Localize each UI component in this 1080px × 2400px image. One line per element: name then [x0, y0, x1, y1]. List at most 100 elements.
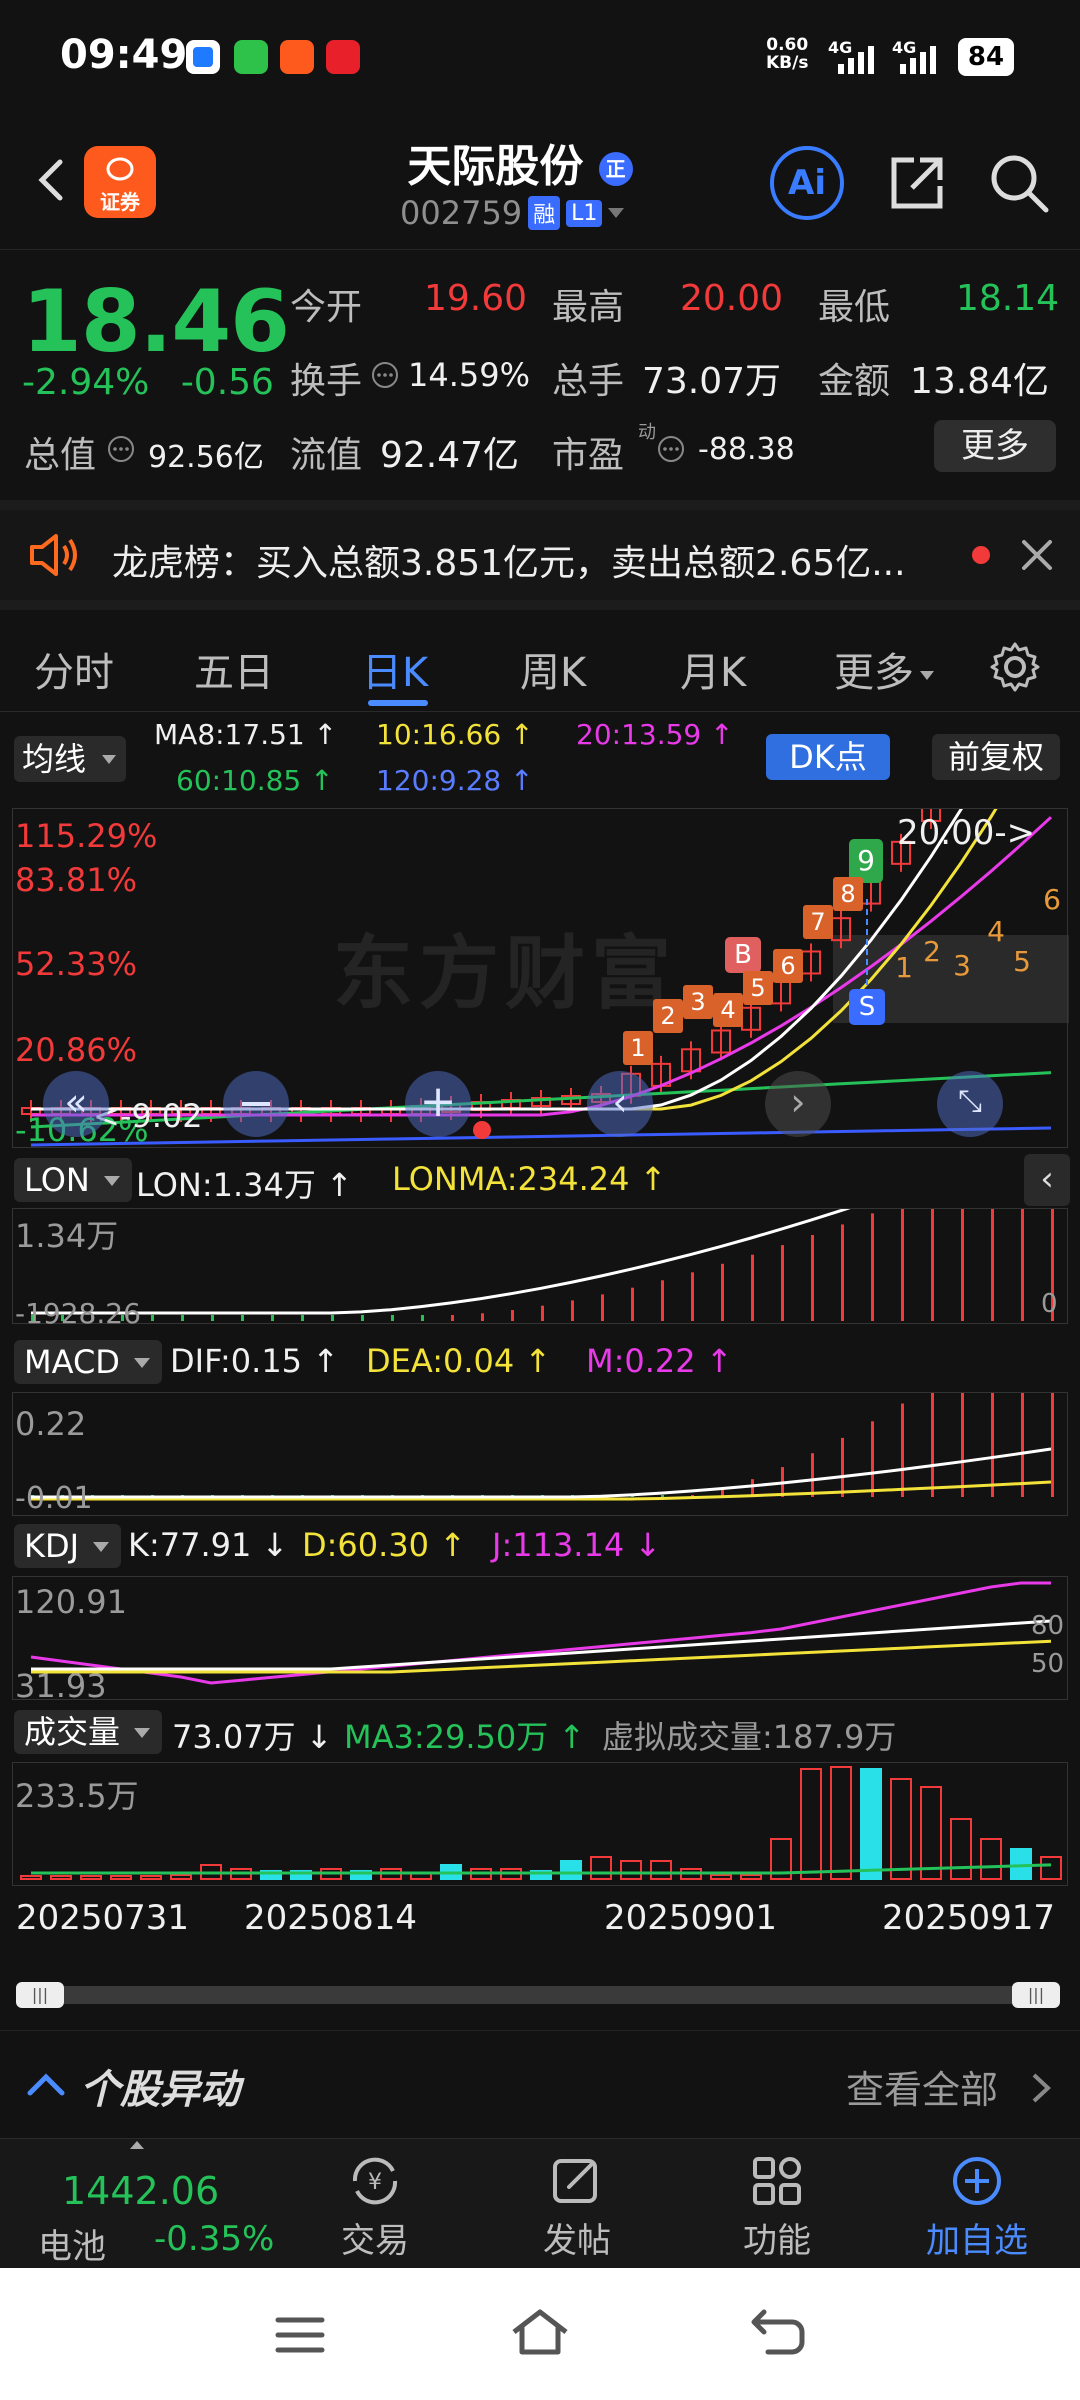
amount-label: 金额 — [818, 361, 891, 402]
macd-chart[interactable]: 0.22 -0.01 — [12, 1392, 1068, 1516]
share-icon[interactable] — [884, 150, 950, 216]
more-quote-button[interactable]: 更多 — [934, 420, 1056, 472]
buy-signal[interactable]: B — [725, 937, 761, 973]
lon-bar — [451, 1315, 454, 1321]
volume-chart[interactable]: 233.5万 — [12, 1762, 1068, 1886]
scroll-left-fast-icon[interactable]: « — [43, 1071, 109, 1137]
lon-bar — [841, 1224, 844, 1321]
nav-post[interactable]: 发帖 — [512, 2153, 642, 2262]
lon-selector[interactable]: LON — [14, 1158, 132, 1202]
news-notification-icon — [326, 40, 360, 74]
collapse-panel-icon[interactable]: ‹ — [1024, 1154, 1070, 1206]
net-speed-value: 0.60 — [766, 35, 809, 55]
y-label-1: 115.29% — [15, 817, 158, 855]
range-slider-track[interactable]: ||| ||| — [16, 1982, 1060, 2008]
system-navigation-bar — [0, 2268, 1080, 2400]
high-label: 最高 — [552, 287, 625, 328]
stock-movement-section[interactable]: 个股异动 查看全部 — [0, 2030, 1080, 2130]
stock-code-row[interactable]: 002759 融 L1 — [400, 194, 625, 232]
event-marker[interactable] — [473, 1121, 491, 1139]
tab-intraday[interactable]: 分时 — [34, 640, 114, 698]
menu-icon[interactable] — [272, 2310, 328, 2360]
gear-icon[interactable] — [988, 640, 1042, 694]
broker-logo[interactable]: 证券 — [84, 146, 156, 218]
macd-legend: MACD DIF:0.15 ↑ DEA:0.04 ↑ M:0.22 ↑ — [0, 1336, 1080, 1388]
scroll-right-icon[interactable]: › — [765, 1071, 831, 1137]
volume-legend: 成交量 73.07万 ↓ MA3:29.50万 ↑ 虚拟成交量:187.9万 — [0, 1706, 1080, 1758]
kdj-y-top: 120.91 — [15, 1583, 127, 1621]
tab-more[interactable]: 更多 — [834, 640, 934, 698]
volume-selector[interactable]: 成交量 — [14, 1710, 163, 1754]
fullscreen-icon[interactable]: ⤡ — [937, 1071, 1003, 1137]
change-percent: -2.94% — [22, 362, 150, 403]
home-icon[interactable] — [508, 2304, 572, 2360]
speaker-icon — [30, 534, 77, 576]
lon-bar — [331, 1315, 334, 1321]
info-icon[interactable] — [106, 434, 136, 464]
count-up-2: 2 — [653, 999, 683, 1033]
kdj-selector[interactable]: KDJ — [14, 1524, 122, 1568]
close-icon[interactable] — [1018, 536, 1056, 574]
zoom-out-icon[interactable] — [223, 1071, 289, 1137]
tab-weekly-k[interactable]: 周K — [520, 640, 586, 698]
edit-icon — [553, 2159, 597, 2203]
kdj-y-50: 50 — [1031, 1649, 1065, 1679]
lon-bar — [211, 1315, 214, 1321]
date-label-2: 20250814 — [244, 1898, 418, 1938]
adjust-button[interactable]: 前复权 — [932, 734, 1060, 780]
high-marker: 20.00-> — [897, 813, 1036, 853]
lon-chart[interactable]: 1.34万 -1928.26 0 — [12, 1208, 1068, 1330]
signal-icon — [900, 44, 936, 74]
scroll-left-icon[interactable]: ‹ — [587, 1071, 653, 1137]
lon-y-top: 1.34万 — [15, 1217, 119, 1255]
nav-trade[interactable]: ¥ 交易 — [310, 2153, 440, 2262]
caret-up-icon — [130, 2141, 144, 2149]
info-icon[interactable] — [656, 434, 686, 464]
count-up-5: 5 — [743, 971, 773, 1005]
nav-functions[interactable]: 功能 — [712, 2153, 842, 2262]
lon-canvas — [31, 1209, 1054, 1321]
volume-value: 73.07万 ↓ — [172, 1718, 333, 1756]
zoom-in-icon[interactable]: + — [405, 1071, 471, 1137]
ma-selector[interactable]: 均线 — [14, 736, 127, 782]
back-arrow-icon[interactable] — [22, 150, 82, 210]
tab-monthly-k[interactable]: 月K — [680, 640, 746, 698]
dragon-tiger-notice[interactable]: 龙虎榜：买入总额3.851亿元，卖出总额2.65亿... — [0, 500, 1080, 600]
pe-label: 市盈 — [552, 435, 625, 476]
kline-chart[interactable]: 东方财富 115.29% 83.81% 52.33% 20.86% -10.62… — [12, 808, 1069, 1149]
chevron-right-icon[interactable] — [1030, 2071, 1052, 2105]
dk-point-button[interactable]: DK点 — [766, 734, 890, 780]
kdj-chart[interactable]: 120.91 31.93 80 50 — [12, 1576, 1068, 1705]
volume-bar — [860, 1768, 882, 1880]
ai-assistant-button[interactable]: Ai — [770, 146, 844, 220]
lon-bar — [391, 1315, 394, 1321]
info-icon[interactable] — [370, 360, 400, 390]
volume-bar — [800, 1768, 822, 1880]
stock-code: 002759 — [400, 194, 523, 232]
search-icon[interactable] — [986, 150, 1052, 216]
level-tag: L1 — [566, 199, 603, 227]
view-all-link[interactable]: 查看全部 — [846, 2059, 998, 2114]
count-down-1: 1 — [895, 951, 913, 984]
sector-index[interactable]: 1442.06 电池 -0.35% — [0, 2139, 274, 2269]
range-handle-left[interactable]: ||| — [16, 1982, 64, 2008]
sell-signal[interactable]: S — [849, 989, 885, 1025]
chevron-down-icon — [608, 208, 625, 218]
range-handle-right[interactable]: ||| — [1012, 1982, 1060, 2008]
chevron-up-icon[interactable] — [26, 2071, 66, 2097]
nav-add-watchlist[interactable]: 加自选 — [912, 2153, 1042, 2262]
mktcap-label: 总值 — [24, 435, 97, 476]
status-bar: 09:49 0.60 KB/s 4G 4G 84 — [0, 0, 1080, 110]
tab-daily-k[interactable]: 日K — [362, 640, 428, 698]
lonma-value: LONMA:234.24 ↑ — [392, 1160, 667, 1198]
volume-bar — [740, 1874, 762, 1880]
macd-selector[interactable]: MACD — [14, 1340, 162, 1384]
unread-dot — [972, 546, 990, 564]
tab-five-day[interactable]: 五日 — [194, 640, 274, 698]
lon-bar — [271, 1315, 274, 1321]
back-nav-icon[interactable] — [748, 2306, 808, 2360]
index-value: 1442.06 — [62, 2169, 220, 2213]
volume-bar — [50, 1875, 72, 1880]
ma120-value: 120:9.28 ↑ — [376, 764, 534, 797]
volume-bar — [890, 1778, 912, 1880]
